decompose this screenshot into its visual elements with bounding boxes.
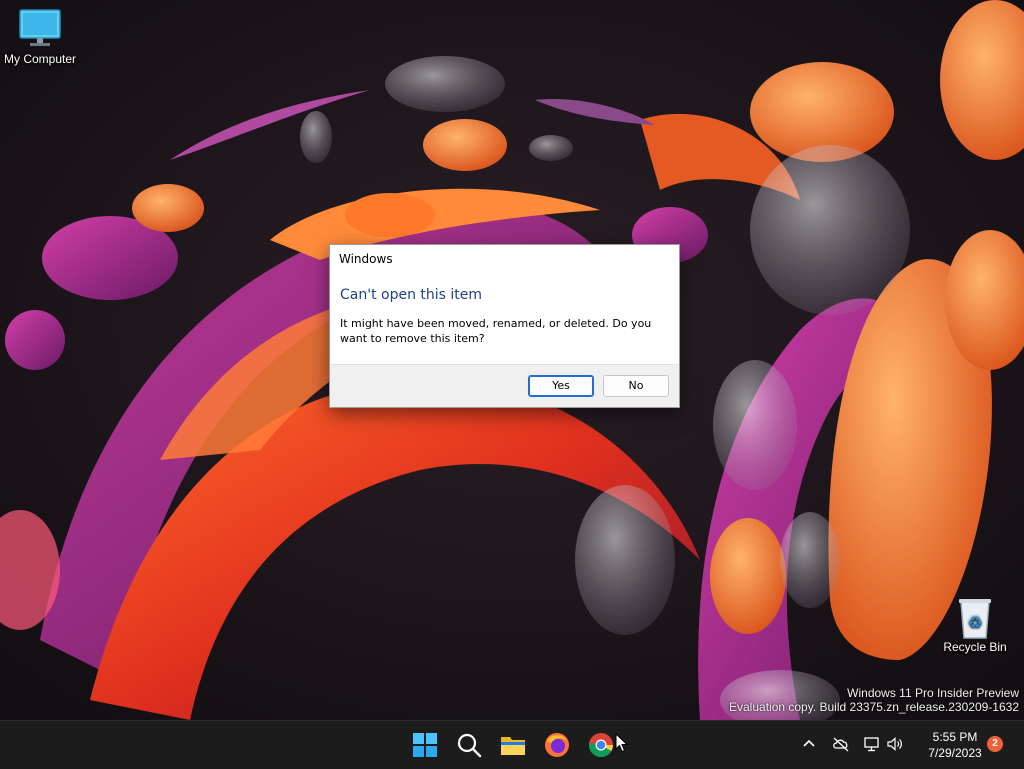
network-icon[interactable] [863,735,881,753]
cloud-off-icon[interactable] [832,735,850,753]
volume-icon[interactable] [886,735,904,753]
watermark-line-1: Windows 11 Pro Insider Preview [847,686,1019,700]
recycle-bin-icon: ♻ [953,596,997,639]
file-explorer-icon[interactable] [499,731,527,759]
svg-text:♻: ♻ [968,613,982,632]
evaluation-watermark: Windows 11 Pro Insider Preview Evaluatio… [729,686,1019,714]
search-icon[interactable] [455,731,483,759]
dialog-heading: Can't open this item [340,287,483,303]
chevron-up-icon[interactable] [800,735,818,753]
no-button[interactable]: No [603,375,669,397]
taskbar: 5:55 PM 7/29/2023 2 [0,720,1024,769]
dialog-footer: Yes No [330,364,679,407]
desktop-icon-recycle-bin[interactable]: ♻ Recycle Bin [935,596,1015,654]
chrome-icon[interactable] [587,731,615,759]
notification-badge[interactable]: 2 [987,736,1003,752]
dialog-title[interactable]: Windows [330,245,679,273]
monitor-icon [18,8,62,48]
desktop-icon-label: Recycle Bin [943,640,1007,654]
clock-date: 7/29/2023 [928,746,982,760]
desktop-icon-my-computer[interactable]: My Computer [0,8,80,66]
clock-time: 5:55 PM [932,730,978,744]
firefox-icon[interactable] [543,731,571,759]
dialog-message: It might have been moved, renamed, or de… [340,317,652,345]
clock[interactable]: 5:55 PM 7/29/2023 [912,729,998,761]
watermark-line-2: Evaluation copy. Build 23375.zn_release.… [729,700,1019,714]
error-dialog: Windows Can't open this item It might ha… [329,244,680,408]
yes-button[interactable]: Yes [528,375,594,397]
mouse-cursor-icon [615,733,629,753]
start-icon[interactable] [411,731,439,759]
desktop-icon-label: My Computer [3,52,77,66]
